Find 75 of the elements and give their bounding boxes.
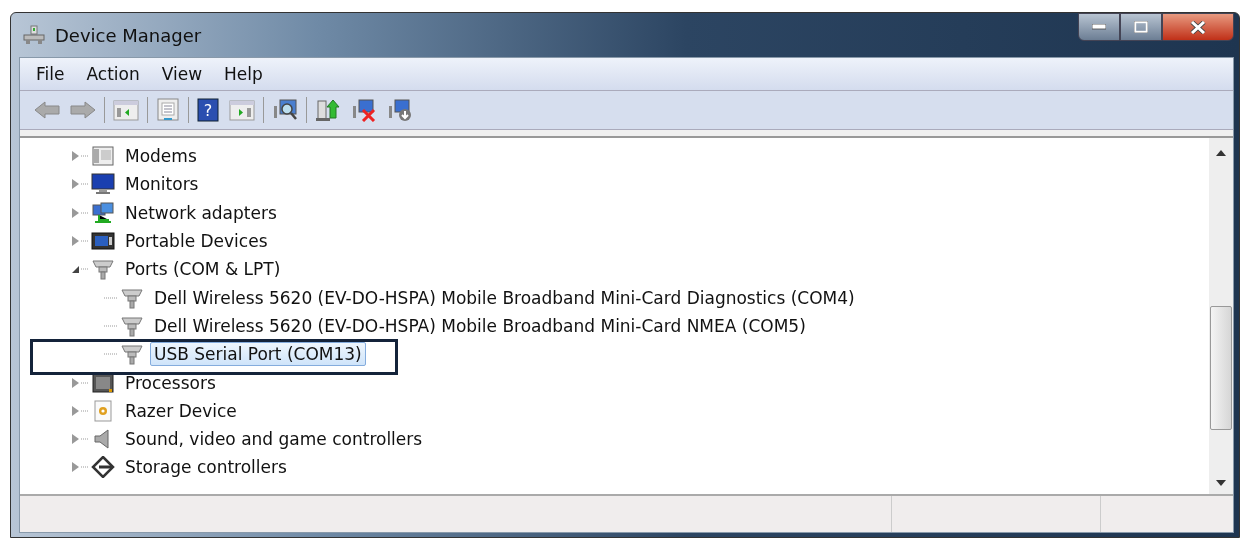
minimize-icon [1092,24,1106,30]
up-arrow-computer-icon [315,98,341,122]
dotted-connector [104,353,118,356]
dotted-connector [81,409,89,412]
maximize-button[interactable] [1120,13,1162,41]
storage-icon [91,456,115,479]
tree-item[interactable]: Monitors [121,172,203,197]
properties-button[interactable] [154,98,182,122]
magnifier-computer-icon [272,98,298,122]
minimize-button[interactable] [1078,13,1120,41]
back-arrow-icon [34,100,60,120]
tree-item[interactable]: Dell Wireless 5620 (EV-DO-HSPA) Mobile Broadband Mini-Card Diagnostics (COM4) [150,285,859,310]
maximize-icon [1134,21,1148,33]
expand-toggle[interactable] [72,179,79,190]
razer-icon [91,399,115,422]
back-button[interactable] [32,100,62,120]
vertical-scrollbar[interactable] [1209,138,1233,494]
expand-toggle[interactable] [72,462,79,473]
properties-sheet-icon [156,98,180,122]
pane-icon [113,99,139,121]
tree-item[interactable]: Ports (COM & LPT) [121,257,285,282]
tree-item[interactable]: Portable Devices [121,229,272,254]
menu-item[interactable]: View [161,64,203,84]
dotted-connector [81,466,89,469]
expand-toggle[interactable] [72,151,79,162]
device-manager-icon [23,25,45,45]
tree-item[interactable]: Modems [121,144,201,169]
tree-item[interactable]: Sound, video and game controllers [121,427,427,452]
scroll-thumb[interactable] [1210,306,1232,430]
port-icon [120,286,144,309]
x-computer-icon [351,98,377,122]
dotted-connector [81,183,89,186]
monitor-icon [91,173,115,196]
console-tree-button[interactable] [111,99,141,121]
pane-icon [229,99,255,121]
dotted-connector [81,268,89,271]
menu-item[interactable]: File [36,64,65,84]
scroll-up-icon [1216,150,1226,156]
expand-toggle[interactable] [72,236,79,247]
modem-icon [91,145,115,168]
close-icon [1190,20,1206,34]
menu-item[interactable]: Action [86,64,140,84]
tree-item[interactable]: Razer Device [121,398,241,423]
tree-item[interactable]: Network adapters [121,200,281,225]
tree-item[interactable]: USB Serial Port (COM13) [150,342,366,367]
network-icon [91,201,115,224]
dotted-connector [81,240,89,243]
portable-icon [91,230,115,253]
port-icon [120,314,144,337]
dotted-connector [81,155,89,158]
expand-toggle[interactable] [72,434,79,445]
expand-toggle[interactable] [72,405,79,416]
menu-item[interactable]: Help [224,64,263,84]
port-icon [91,258,115,281]
dotted-connector [104,324,118,327]
tree-item[interactable]: Dell Wireless 5620 (EV-DO-HSPA) Mobile Broadband Mini-Card NMEA (COM5) [150,313,810,338]
tree-item[interactable]: Storage controllers [121,455,291,480]
expand-toggle[interactable] [72,377,79,388]
dotted-connector [81,438,89,441]
down-arrow-computer-icon [387,98,413,122]
collapse-toggle[interactable] [72,265,79,273]
scroll-down-icon [1216,480,1226,486]
help-button[interactable]: ? [195,98,221,122]
dotted-connector [81,211,89,214]
dotted-connector [104,296,118,299]
forward-arrow-icon [70,100,96,120]
window-title: Device Manager [55,24,202,46]
dotted-connector [81,381,89,384]
close-button[interactable] [1162,13,1234,41]
tree-item[interactable]: Processors [121,370,220,395]
forward-button[interactable] [68,100,98,120]
update-driver-button[interactable] [313,98,343,122]
expand-toggle[interactable] [72,207,79,218]
port-icon [120,343,144,366]
action-pane-button[interactable] [227,99,257,121]
